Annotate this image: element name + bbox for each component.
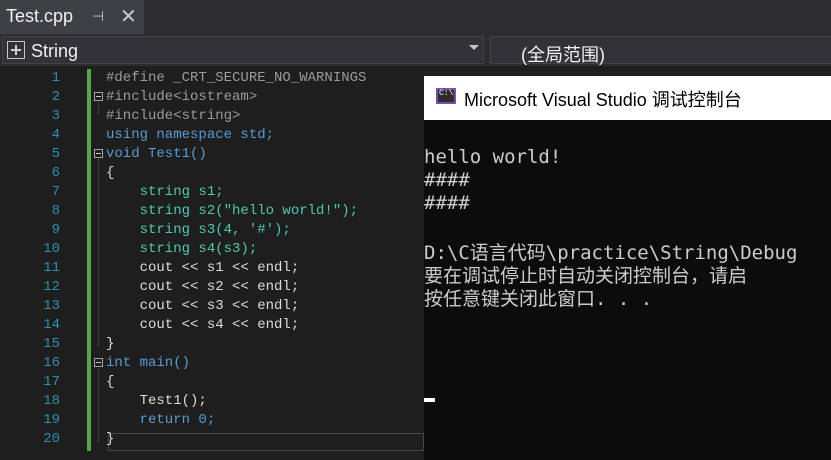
line-number: 17	[43, 374, 60, 390]
line-number: 4	[51, 127, 60, 143]
line-number: 13	[43, 298, 60, 314]
console-title-bar[interactable]: Microsoft Visual Studio 调试控制台	[424, 76, 831, 120]
code-line: }	[106, 335, 114, 354]
console-app-icon	[436, 88, 456, 104]
line-number: 11	[43, 260, 60, 276]
line-number: 7	[51, 184, 60, 200]
code-line: cout << s1 << endl;	[106, 259, 300, 278]
code-line-4: using namespace std;	[106, 127, 275, 143]
code-line: void Test1()	[106, 145, 207, 164]
code-area[interactable]: #define _CRT_SECURE_NO_WARNINGS #include…	[94, 66, 424, 460]
navigation-bar: String (全局范围)	[0, 34, 831, 66]
code-line: cout << s3 << endl;	[106, 297, 300, 316]
pin-icon[interactable]: ⊣	[92, 8, 104, 25]
document-tab-strip: Test.cpp ⊣ ✕	[0, 0, 831, 34]
member-scope-dropdown[interactable]: (全局范围)	[490, 36, 831, 65]
line-number: 1	[51, 70, 60, 86]
fold-toggle-icon[interactable]	[94, 92, 103, 101]
code-line: return 0;	[106, 411, 216, 430]
project-scope-dropdown[interactable]: String	[2, 36, 484, 64]
code-line-16: int main()	[106, 355, 191, 371]
fold-toggle-icon[interactable]	[94, 358, 103, 367]
line-number: 14	[43, 317, 60, 333]
project-scope-label: String	[31, 41, 79, 61]
line-number: 5	[51, 146, 60, 162]
code-line-6: {	[106, 165, 115, 181]
indicator-margin	[0, 66, 22, 460]
code-line-10: string s4(s3);	[106, 241, 258, 257]
tab-test-cpp[interactable]: Test.cpp ⊣ ✕	[0, 0, 144, 34]
class-icon	[7, 41, 25, 59]
line-number: 3	[51, 108, 60, 124]
code-line-1: #define _CRT_SECURE_NO_WARNINGS	[106, 70, 367, 86]
code-line: #define _CRT_SECURE_NO_WARNINGS	[106, 69, 366, 88]
line-number: 20	[43, 431, 60, 447]
code-line: }	[106, 430, 114, 449]
code-line: int main()	[106, 354, 190, 373]
tab-title: Test.cpp	[6, 6, 74, 26]
code-line-17: {	[106, 374, 115, 390]
fold-guide	[98, 368, 99, 443]
code-line-19: return 0;	[106, 412, 216, 428]
code-line: cout << s4 << endl;	[106, 316, 300, 335]
code-line: {	[106, 373, 114, 392]
code-line-2: #include<iostream>	[106, 89, 258, 105]
code-line: string s1;	[106, 183, 224, 202]
console-line: hello world!	[424, 146, 562, 168]
code-line: Test1();	[106, 392, 207, 411]
code-line: cout << s2 << endl;	[106, 278, 300, 297]
code-line-5: void Test1()	[106, 146, 207, 162]
line-number: 18	[43, 393, 60, 409]
code-line: using namespace std;	[106, 126, 274, 145]
code-line: string s4(s3);	[106, 240, 258, 259]
code-line-9: string s3(4, '#');	[106, 222, 291, 238]
line-number: 19	[43, 412, 60, 428]
code-line-8: string s2("hello world!");	[106, 203, 359, 219]
line-number: 12	[43, 279, 60, 295]
line-number-gutter: 1 2 3 4 5 6 7 8 9 10 11 12 13 14 15 16 1…	[22, 66, 84, 460]
console-line: ####	[424, 192, 470, 214]
code-line-12: cout << s2 << endl;	[106, 279, 300, 295]
fold-guide	[98, 102, 99, 115]
code-line: #include<string>	[106, 107, 240, 126]
code-line-14: cout << s4 << endl;	[106, 317, 300, 333]
code-line: #include<iostream>	[106, 88, 257, 107]
fold-guide	[98, 159, 99, 347]
code-line: {	[106, 164, 114, 183]
console-output: hello world! #### #### D:\C语言代码\practice…	[424, 144, 831, 460]
code-line-20: }	[106, 431, 115, 447]
line-number: 8	[51, 203, 60, 219]
line-number: 2	[51, 89, 60, 105]
code-line: string s2("hello world!");	[106, 202, 358, 221]
console-title: Microsoft Visual Studio 调试控制台	[464, 90, 742, 110]
line-number: 6	[51, 165, 60, 181]
close-icon[interactable]: ✕	[120, 4, 137, 29]
code-line-3: #include<string>	[106, 108, 241, 124]
debug-console-window[interactable]: Microsoft Visual Studio 调试控制台 hello worl…	[424, 76, 831, 460]
current-line-highlight	[108, 433, 424, 451]
console-cursor	[424, 398, 435, 402]
line-number: 15	[43, 336, 60, 352]
code-line-13: cout << s3 << endl;	[106, 298, 300, 314]
fold-toggle-icon[interactable]	[94, 149, 103, 158]
console-line: 按任意键关闭此窗口. . .	[424, 288, 653, 310]
code-line-15: }	[106, 336, 115, 352]
change-tracking-bar	[87, 69, 91, 451]
code-line-18: Test1();	[106, 393, 207, 409]
code-line: string s3(4, '#');	[106, 221, 291, 240]
member-scope-label: (全局范围)	[521, 45, 605, 65]
line-number: 16	[43, 355, 60, 371]
line-number: 10	[43, 241, 60, 257]
console-line: ####	[424, 169, 470, 191]
line-number: 9	[51, 222, 60, 238]
code-line-7: string s1;	[106, 184, 224, 200]
code-line-11: cout << s1 << endl;	[106, 260, 300, 276]
chevron-down-icon[interactable]	[469, 45, 479, 50]
